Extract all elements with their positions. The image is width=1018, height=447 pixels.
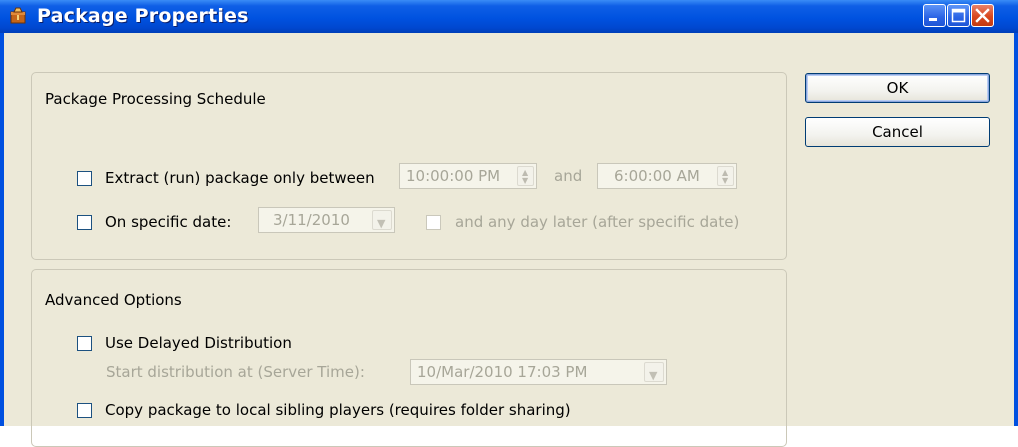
window-frame-right — [1014, 33, 1018, 426]
extract-between-checkbox[interactable] — [77, 170, 92, 186]
and-label: and — [554, 167, 583, 185]
start-time-value: 10:00:00 PM — [406, 167, 501, 185]
copy-to-siblings-label: Copy package to local sibling players (r… — [105, 401, 571, 419]
close-icon — [975, 8, 990, 23]
any-day-later-checkbox[interactable] — [426, 214, 441, 230]
window-title: Package Properties — [37, 5, 249, 27]
start-distribution-picker[interactable]: 10/Mar/2010 17:03 PM ▼ — [410, 359, 667, 385]
delayed-distribution-checkbox[interactable] — [77, 335, 92, 351]
copy-to-siblings-checkbox[interactable] — [77, 402, 92, 418]
specific-date-label: On specific date: — [105, 213, 232, 231]
schedule-group-title: Package Processing Schedule — [45, 90, 266, 108]
specific-date-value: 3/11/2010 — [273, 211, 350, 229]
extract-between-label: Extract (run) package only between — [105, 169, 375, 187]
start-distribution-label: Start distribution at (Server Time): — [106, 363, 365, 381]
end-time-value: 6:00:00 AM — [614, 167, 700, 185]
package-icon — [10, 7, 26, 24]
spin-up-down-icon[interactable]: ▲ ▼ — [517, 166, 534, 186]
copy-row: Copy package to local sibling players (r… — [77, 401, 571, 419]
end-time-field[interactable]: 6:00:00 AM ▲ ▼ — [597, 163, 737, 189]
any-day-later-label: and any day later (after specific date) — [455, 213, 740, 231]
dialog-window: Package Properties Package Processing Sc… — [0, 0, 1018, 447]
specific-date-picker[interactable]: 3/11/2010 ▼ — [258, 207, 395, 233]
advanced-group: Advanced Options Use Delayed Distributio… — [31, 269, 787, 447]
maximize-button[interactable] — [947, 4, 970, 27]
schedule-group: Package Processing Schedule Extract (run… — [31, 72, 787, 260]
minimize-icon — [929, 18, 937, 21]
advanced-group-title: Advanced Options — [45, 291, 182, 309]
extract-row: Extract (run) package only between — [77, 169, 375, 187]
dialog-client-area: Package Processing Schedule Extract (run… — [4, 33, 1014, 447]
start-time-field[interactable]: 10:00:00 PM ▲ ▼ — [399, 163, 537, 189]
chevron-down-icon[interactable]: ▼ — [372, 210, 392, 230]
any-day-later-row: and any day later (after specific date) — [426, 213, 739, 231]
delayed-row: Use Delayed Distribution — [77, 334, 292, 352]
ok-button[interactable]: OK — [805, 73, 990, 103]
delayed-distribution-label: Use Delayed Distribution — [105, 334, 292, 352]
start-distribution-value: 10/Mar/2010 17:03 PM — [417, 363, 588, 381]
minimize-button[interactable] — [923, 4, 946, 27]
cancel-button[interactable]: Cancel — [805, 117, 990, 147]
spin-up-down-icon[interactable]: ▲ ▼ — [717, 166, 734, 186]
specific-date-row: On specific date: — [77, 213, 231, 231]
chevron-down-icon[interactable]: ▼ — [644, 362, 664, 382]
specific-date-checkbox[interactable] — [77, 214, 92, 230]
title-bar[interactable]: Package Properties — [0, 0, 1018, 33]
close-button[interactable] — [971, 4, 994, 27]
maximize-icon — [951, 8, 966, 23]
